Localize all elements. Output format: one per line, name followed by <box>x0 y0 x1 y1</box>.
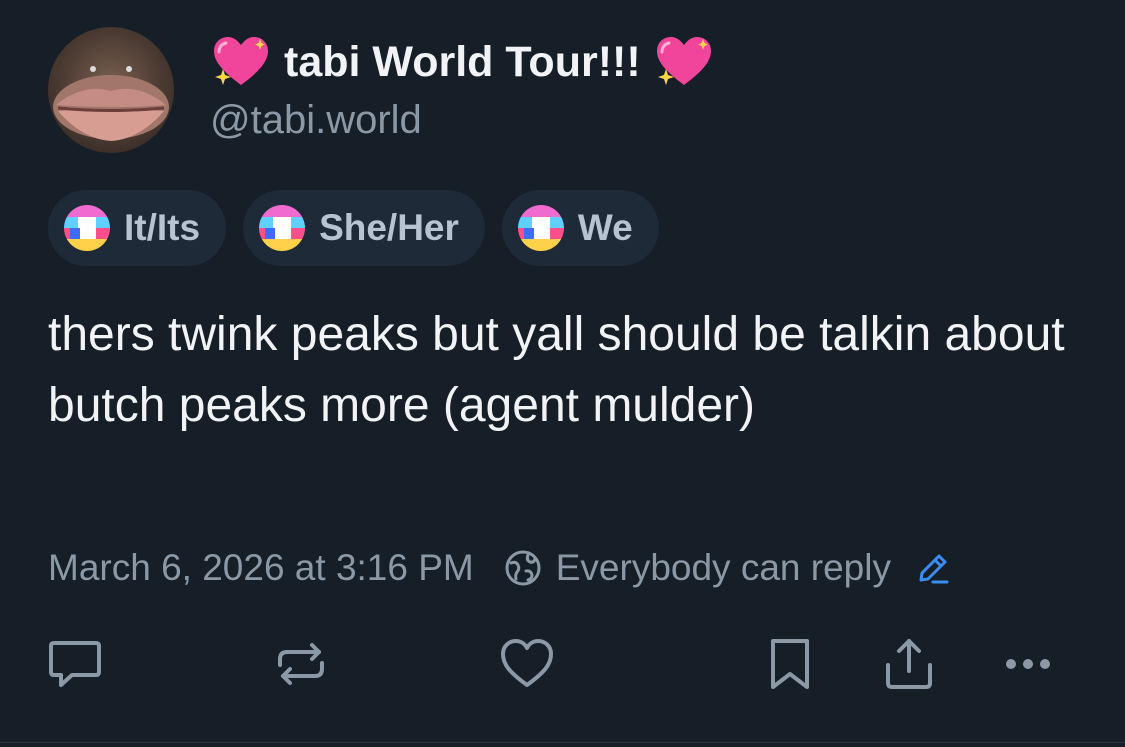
reply-settings-label: Everybody can reply <box>555 547 891 588</box>
share-button[interactable] <box>879 634 939 694</box>
post-timestamp[interactable]: March 6, 2026 at 3:16 PM <box>48 547 474 589</box>
post-meta: March 6, 2026 at 3:16 PM Everybody can r… <box>48 540 951 596</box>
edit-icon[interactable] <box>915 550 951 586</box>
pronoun-flag-icon <box>64 205 110 251</box>
ellipsis-icon <box>1006 659 1050 669</box>
avatar[interactable] <box>48 27 174 153</box>
user-handle[interactable]: @tabi.world <box>210 98 422 143</box>
pronoun-pill[interactable]: It/Its <box>48 190 227 266</box>
display-name-text: tabi World Tour!!! <box>284 37 641 86</box>
divider <box>0 742 1125 743</box>
repost-button[interactable] <box>271 634 331 694</box>
pronoun-pill[interactable]: We <box>501 190 659 266</box>
sparkling-heart-icon <box>656 37 711 85</box>
more-options-button[interactable] <box>998 634 1058 694</box>
pronoun-label: She/Her <box>319 207 459 248</box>
like-button[interactable] <box>497 634 557 694</box>
heart-icon <box>501 639 553 687</box>
globe-icon <box>505 550 541 586</box>
pronoun-label: It/Its <box>124 207 201 248</box>
bookmark-button[interactable] <box>760 634 820 694</box>
display-name[interactable]: tabi World Tour!!! <box>210 33 715 91</box>
reply-settings[interactable]: Everybody can reply <box>504 547 951 589</box>
post-text: thers twink peaks but yall should be tal… <box>48 308 1065 432</box>
pronoun-flag-icon <box>517 205 564 251</box>
repost-icon <box>278 643 324 685</box>
pronoun-pill[interactable]: She/Her <box>243 190 485 266</box>
comment-icon <box>49 641 101 687</box>
pronoun-flag-icon <box>259 205 306 251</box>
pronoun-list: It/Its She/Her We <box>48 190 659 266</box>
sparkling-heart-icon <box>214 37 268 85</box>
pronoun-label: We <box>577 207 633 248</box>
share-icon <box>886 639 932 689</box>
avatar-image <box>53 66 169 141</box>
bookmark-icon <box>771 639 809 689</box>
action-bar <box>0 634 1125 694</box>
reply-button[interactable] <box>45 634 105 694</box>
